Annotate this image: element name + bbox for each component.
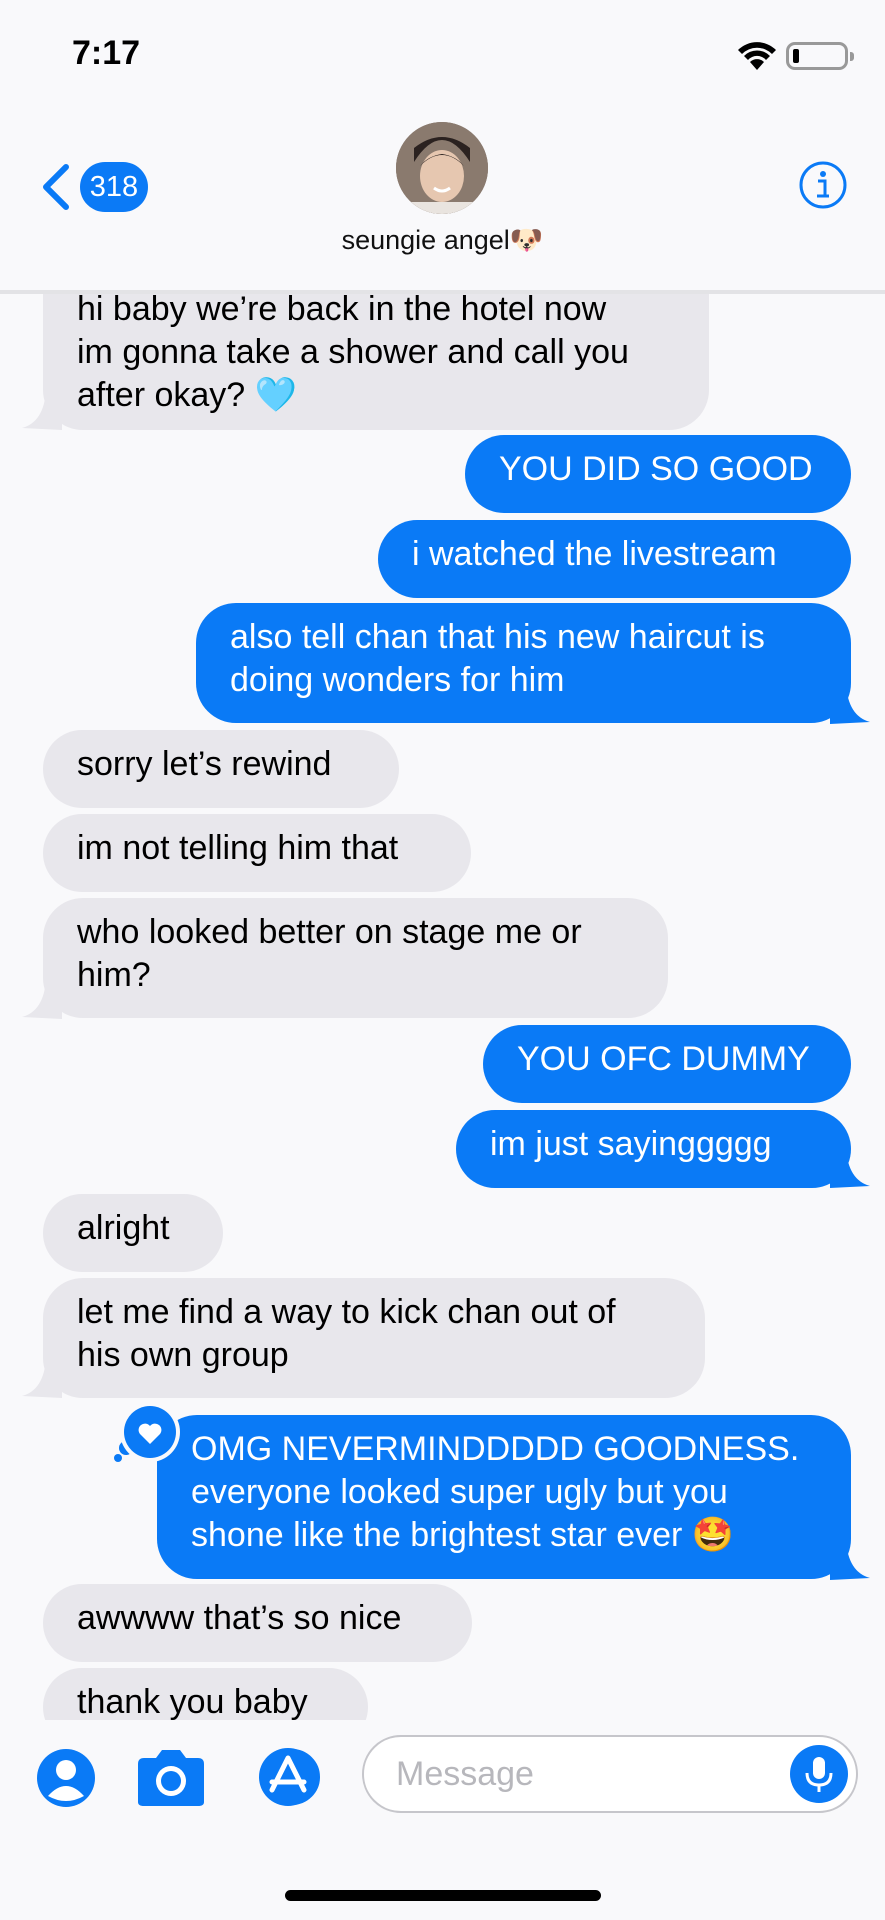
message-bubble-incoming[interactable]: let me find a way to kick chan out of hi… xyxy=(43,1278,705,1398)
tapback-reaction[interactable] xyxy=(110,1402,182,1468)
message-bubble-outgoing[interactable]: im just sayinggggg xyxy=(456,1110,851,1188)
message-bubble-incoming[interactable]: hi baby we’re back in the hotel now im g… xyxy=(43,290,709,430)
unread-count-badge: 318 xyxy=(80,162,148,212)
bubble-tail xyxy=(830,1148,870,1188)
info-icon[interactable] xyxy=(798,160,848,210)
heart-icon xyxy=(114,1402,180,1462)
message-bubble-incoming[interactable]: awwww that’s so nice xyxy=(43,1584,472,1662)
message-bubble-outgoing[interactable]: i watched the livestream xyxy=(378,520,851,598)
memoji-icon[interactable] xyxy=(36,1748,96,1808)
camera-icon[interactable] xyxy=(134,1746,208,1810)
bubble-tail xyxy=(830,1540,870,1580)
contact-name[interactable]: seungie angel🐶 xyxy=(0,224,885,256)
bubble-tail xyxy=(22,1358,62,1398)
chevron-left-icon xyxy=(43,164,69,210)
conversation-header: 318 seungie angel🐶 xyxy=(0,100,885,294)
avatar-photo xyxy=(396,122,488,214)
contact-avatar[interactable] xyxy=(396,122,488,214)
bubble-tail xyxy=(22,390,62,430)
message-bubble-outgoing[interactable]: also tell chan that his new haircut is d… xyxy=(196,603,851,723)
microphone-icon xyxy=(805,1757,833,1792)
message-list[interactable]: hi baby we’re back in the hotel now im g… xyxy=(0,290,885,1720)
wifi-icon xyxy=(738,42,776,70)
status-bar: 7:17 xyxy=(0,0,885,100)
message-bubble-incoming[interactable]: alright xyxy=(43,1194,223,1272)
message-bubble-outgoing[interactable]: OMG NEVERMINDDDDD GOODNESS. everyone loo… xyxy=(157,1415,851,1579)
message-bubble-outgoing[interactable]: YOU OFC DUMMY xyxy=(483,1025,851,1103)
battery-icon xyxy=(786,42,854,70)
bubble-tail xyxy=(22,979,62,1019)
status-time: 7:17 xyxy=(72,34,141,72)
home-indicator[interactable] xyxy=(285,1890,601,1901)
message-bubble-incoming[interactable]: thank you baby xyxy=(43,1668,368,1720)
bubble-tail xyxy=(830,684,870,724)
dictation-button[interactable] xyxy=(790,1745,848,1803)
message-bubble-incoming[interactable]: who looked better on stage me or him? xyxy=(43,898,668,1018)
message-input-placeholder: Message xyxy=(396,1755,534,1793)
app-store-icon[interactable] xyxy=(250,1746,332,1808)
message-bubble-incoming[interactable]: im not telling him that xyxy=(43,814,471,892)
message-input[interactable]: Message xyxy=(362,1735,858,1813)
back-button[interactable]: 318 xyxy=(40,162,150,212)
message-bubble-incoming[interactable]: sorry let’s rewind xyxy=(43,730,399,808)
message-bubble-outgoing[interactable]: YOU DID SO GOOD xyxy=(465,435,851,513)
